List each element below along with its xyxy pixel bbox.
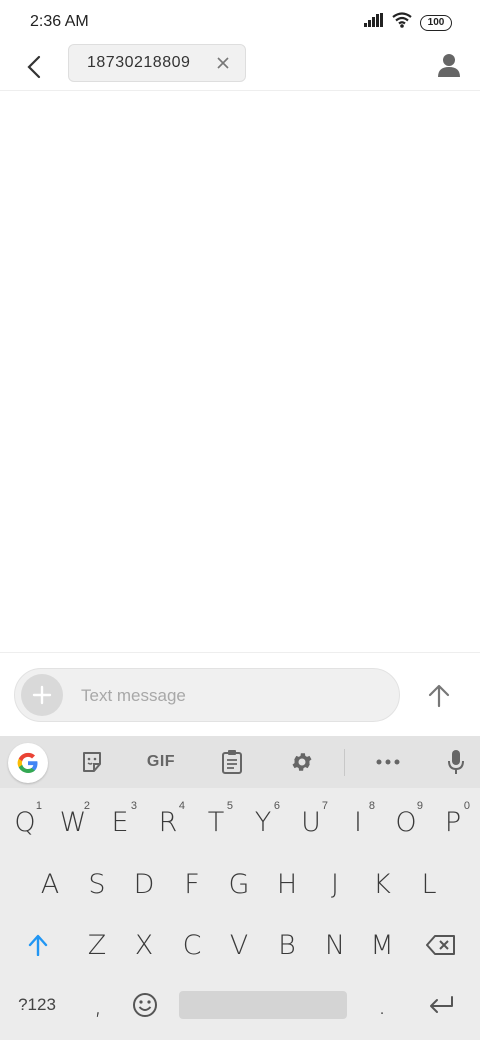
sticker-icon — [83, 752, 101, 772]
compose-bar — [0, 652, 480, 737]
shift-key[interactable] — [15, 917, 61, 973]
symbols-key[interactable]: ?123 — [14, 977, 60, 1033]
gear-icon — [292, 753, 312, 771]
key-h[interactable]: H — [264, 856, 310, 912]
key-g[interactable]: G — [216, 856, 262, 912]
key-k[interactable]: K — [359, 856, 405, 912]
key-row-1: Q1 W2 E3 R4 T5 Y6 U7 I8 O9 P0 — [0, 794, 480, 854]
keyboard-toolbar: GIF — [0, 736, 480, 788]
key-w[interactable]: W2 — [50, 794, 96, 850]
key-i[interactable]: I8 — [335, 794, 381, 850]
key-s[interactable]: S — [74, 856, 120, 912]
enter-icon — [430, 996, 453, 1013]
key-c[interactable]: C — [169, 917, 215, 973]
person-icon — [438, 54, 460, 77]
more-horizontal-icon — [376, 759, 400, 765]
key-u[interactable]: U7 — [288, 794, 334, 850]
recipient-chip[interactable]: 18730218809 — [68, 44, 246, 82]
attach-button[interactable] — [21, 674, 63, 716]
remove-recipient-button[interactable] — [215, 55, 231, 71]
key-d[interactable]: D — [121, 856, 167, 912]
key-y[interactable]: Y6 — [240, 794, 286, 850]
arrow-up-icon — [428, 684, 450, 708]
microphone-icon — [448, 750, 464, 774]
comma-key[interactable]: , — [75, 977, 121, 1033]
key-x[interactable]: X — [121, 917, 167, 973]
shift-arrow-icon — [28, 934, 48, 956]
key-m[interactable]: M — [359, 917, 405, 973]
voice-button[interactable] — [440, 744, 472, 780]
send-button[interactable] — [420, 677, 458, 715]
key-a[interactable]: A — [27, 856, 73, 912]
backspace-icon — [426, 935, 455, 955]
compose-field — [14, 668, 400, 723]
clipboard-button[interactable] — [214, 744, 250, 780]
more-button[interactable] — [370, 744, 406, 780]
key-q[interactable]: Q1 — [2, 794, 48, 850]
gif-button[interactable]: GIF — [140, 744, 182, 780]
key-j[interactable]: J — [312, 856, 358, 912]
recipient-number: 18730218809 — [87, 54, 191, 71]
google-button[interactable] — [8, 743, 48, 783]
back-button[interactable] — [18, 50, 50, 84]
key-t[interactable]: T5 — [193, 794, 239, 850]
signal-icon — [364, 13, 384, 32]
close-icon — [217, 57, 229, 69]
key-l[interactable]: L — [406, 856, 452, 912]
emoji-icon — [133, 993, 157, 1017]
message-input[interactable] — [79, 669, 383, 723]
emoji-key[interactable] — [122, 977, 168, 1033]
contact-button[interactable] — [432, 48, 466, 82]
toolbar-divider — [344, 749, 345, 776]
key-n[interactable]: N — [312, 917, 358, 973]
conversation-header: 18730218809 — [0, 44, 480, 91]
key-o[interactable]: O9 — [383, 794, 429, 850]
key-row-3: Z X C V B N M — [0, 917, 480, 977]
key-e[interactable]: E3 — [97, 794, 143, 850]
keyboard: GIF Q 1 W 2 E 3 R 4 T 5 Y 6 U 7 I 8 O 9 … — [0, 736, 480, 1040]
key-f[interactable]: F — [169, 856, 215, 912]
status-icons: 100 — [364, 12, 452, 33]
period-key[interactable]: . — [359, 977, 405, 1033]
wifi-icon — [392, 12, 412, 33]
back-arrow-icon — [27, 55, 41, 79]
status-bar: 2:36 AM 100 — [0, 0, 480, 44]
plus-icon — [32, 685, 52, 705]
google-icon — [17, 752, 38, 773]
clipboard-icon — [222, 750, 242, 774]
battery-icon: 100 — [420, 14, 452, 31]
status-time: 2:36 AM — [30, 13, 89, 30]
sticker-button[interactable] — [74, 744, 110, 780]
key-v[interactable]: V — [216, 917, 262, 973]
space-key[interactable] — [179, 991, 347, 1019]
key-r[interactable]: R4 — [145, 794, 191, 850]
gif-label: GIF — [146, 753, 176, 770]
backspace-key[interactable] — [418, 917, 464, 973]
settings-button[interactable] — [284, 744, 320, 780]
key-b[interactable]: B — [264, 917, 310, 973]
key-p[interactable]: P0 — [430, 794, 476, 850]
key-z[interactable]: Z — [74, 917, 120, 973]
key-row-2: A S D F G H J K L — [0, 856, 480, 916]
enter-key[interactable] — [418, 977, 464, 1033]
